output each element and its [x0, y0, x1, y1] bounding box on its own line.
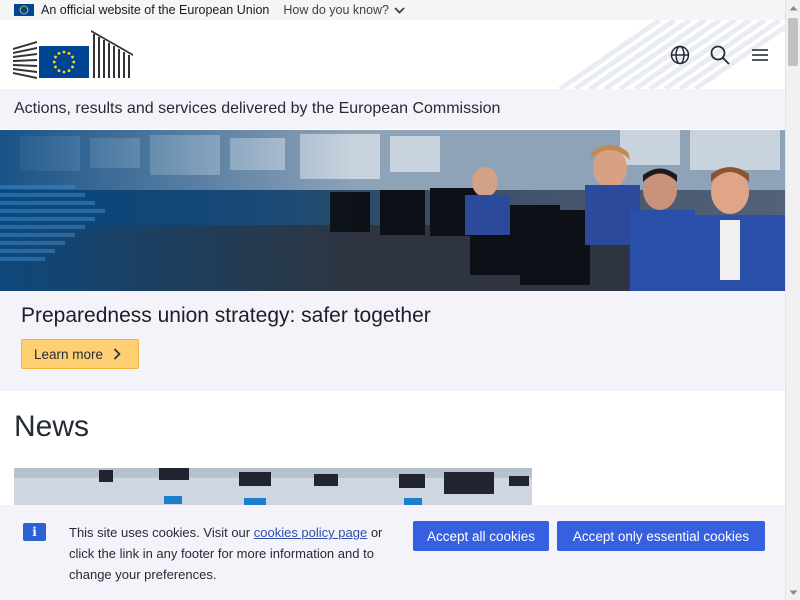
scrollbar[interactable]: [785, 0, 800, 600]
eu-flag-icon: [14, 4, 34, 16]
hero-image: [0, 130, 785, 291]
news-image[interactable]: [14, 468, 532, 508]
official-eu-bar: An official website of the European Unio…: [0, 0, 785, 20]
hero-caption: Preparedness union strategy: safer toget…: [0, 291, 785, 391]
menu-icon[interactable]: [749, 44, 771, 66]
learn-more-label: Learn more: [34, 346, 104, 362]
official-text: An official website of the European Unio…: [41, 3, 270, 17]
page: An official website of the European Unio…: [0, 0, 800, 600]
cookies-policy-link[interactable]: cookies policy page: [254, 525, 367, 540]
learn-more-button[interactable]: Learn more: [21, 339, 139, 369]
scroll-thumb[interactable]: [788, 18, 798, 66]
cookie-banner: i This site uses cookies. Visit our cook…: [0, 505, 785, 600]
scroll-down-arrow-icon[interactable]: [786, 585, 800, 600]
accept-all-cookies-button[interactable]: Accept all cookies: [413, 521, 549, 551]
site-name: Actions, results and services delivered …: [14, 100, 501, 117]
chevron-down-icon: [394, 6, 405, 14]
globe-icon[interactable]: [669, 44, 691, 66]
news-heading: News: [14, 410, 90, 443]
header-icons: [669, 20, 771, 89]
european-commission-logo[interactable]: [13, 28, 133, 80]
accept-essential-cookies-button[interactable]: Accept only essential cookies: [557, 521, 765, 551]
site-name-bar: Actions, results and services delivered …: [0, 89, 785, 129]
how-do-you-know-label: How do you know?: [283, 3, 390, 17]
chevron-right-icon: [113, 348, 121, 360]
hero-title[interactable]: Preparedness union strategy: safer toget…: [21, 304, 431, 328]
cookie-text-before: This site uses cookies. Visit our: [69, 525, 254, 540]
how-do-you-know-link[interactable]: How do you know?: [283, 3, 405, 17]
search-icon[interactable]: [709, 44, 731, 66]
scroll-up-arrow-icon[interactable]: [786, 0, 800, 15]
cookie-text: This site uses cookies. Visit our cookie…: [69, 522, 399, 585]
info-icon: i: [23, 523, 46, 541]
site-header: [0, 20, 785, 89]
